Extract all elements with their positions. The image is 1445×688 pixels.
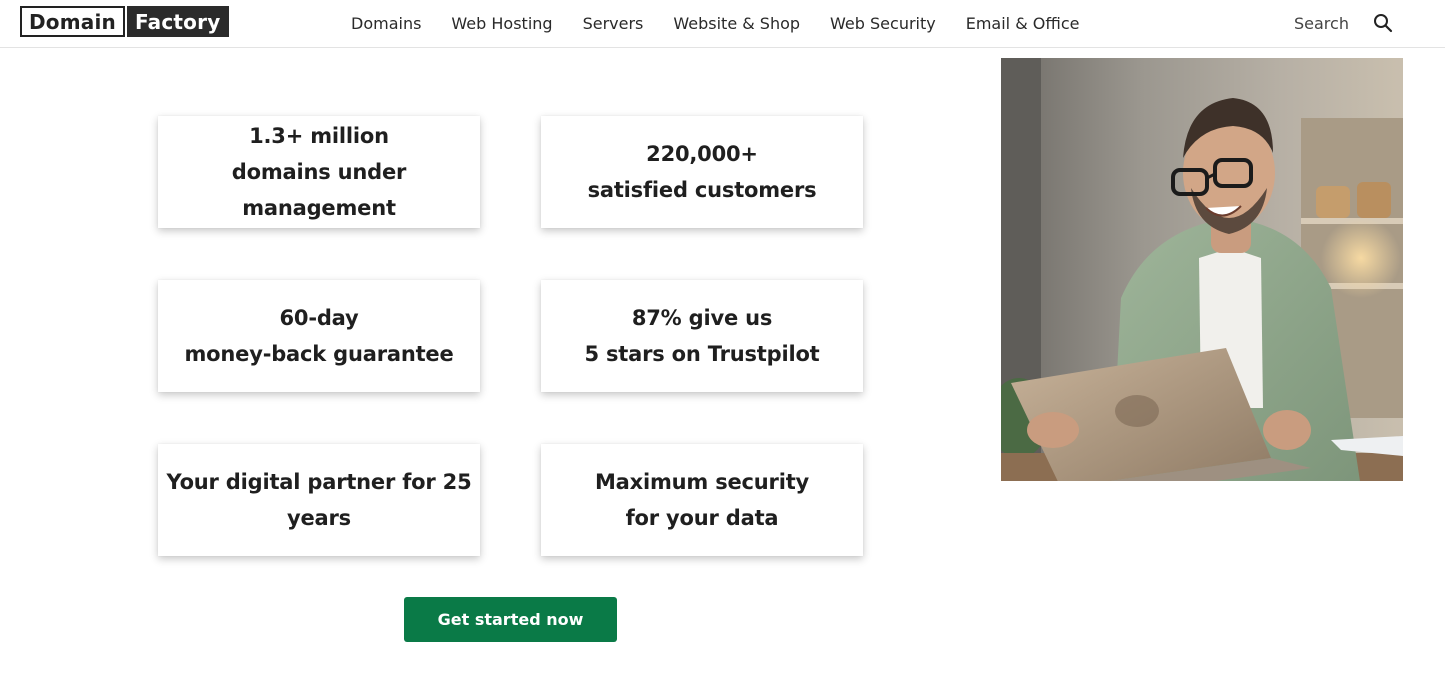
get-started-button[interactable]: Get started now <box>404 597 617 642</box>
stat-value: 220,000+ <box>646 142 758 166</box>
logo-text-domain: Domain <box>20 6 123 37</box>
stat-card-trustpilot: 87% give us 5 stars on Trustpilot <box>541 280 863 392</box>
nav-item-email-office[interactable]: Email & Office <box>966 14 1080 33</box>
logo-text-factory: Factory <box>126 6 230 37</box>
site-header: Domain Factory Domains Web Hosting Serve… <box>0 0 1445 48</box>
stat-value: Maximum security <box>594 470 810 494</box>
search-label: Search <box>1294 13 1349 33</box>
nav-item-website-shop[interactable]: Website & Shop <box>673 14 800 33</box>
hero-photo-man-with-laptop <box>1001 58 1403 481</box>
stat-caption: for your data <box>625 506 779 530</box>
stat-card-customers: 220,000+ satisfied customers <box>541 116 863 228</box>
stat-value: Your digital partner for 25 <box>166 470 472 494</box>
search-icon <box>1373 14 1393 33</box>
nav-item-web-security[interactable]: Web Security <box>830 14 936 33</box>
search-button[interactable]: Search <box>1294 11 1393 35</box>
stat-card-security: Maximum security for your data <box>541 444 863 556</box>
stat-card-guarantee: 60-day money-back guarantee <box>158 280 480 392</box>
main-nav: Domains Web Hosting Servers Website & Sh… <box>351 0 1109 46</box>
nav-item-web-hosting[interactable]: Web Hosting <box>451 14 552 33</box>
nav-item-domains[interactable]: Domains <box>351 14 421 33</box>
stat-card-partner: Your digital partner for 25 years <box>158 444 480 556</box>
stat-value: 1.3+ million <box>249 124 389 148</box>
nav-item-servers[interactable]: Servers <box>583 14 644 33</box>
stat-caption: domains under management <box>231 160 407 220</box>
stat-value: 60-day <box>279 306 359 330</box>
stat-card-domains: 1.3+ million domains under management <box>158 116 480 228</box>
stat-caption: years <box>287 506 351 530</box>
stat-caption: satisfied customers <box>587 178 817 202</box>
stat-caption: money-back guarantee <box>184 342 454 366</box>
photo-illustration <box>1001 58 1403 481</box>
stat-value: 87% give us <box>631 306 773 330</box>
stat-caption: 5 stars on Trustpilot <box>584 342 820 366</box>
domainfactory-logo[interactable]: Domain Factory <box>20 6 230 37</box>
